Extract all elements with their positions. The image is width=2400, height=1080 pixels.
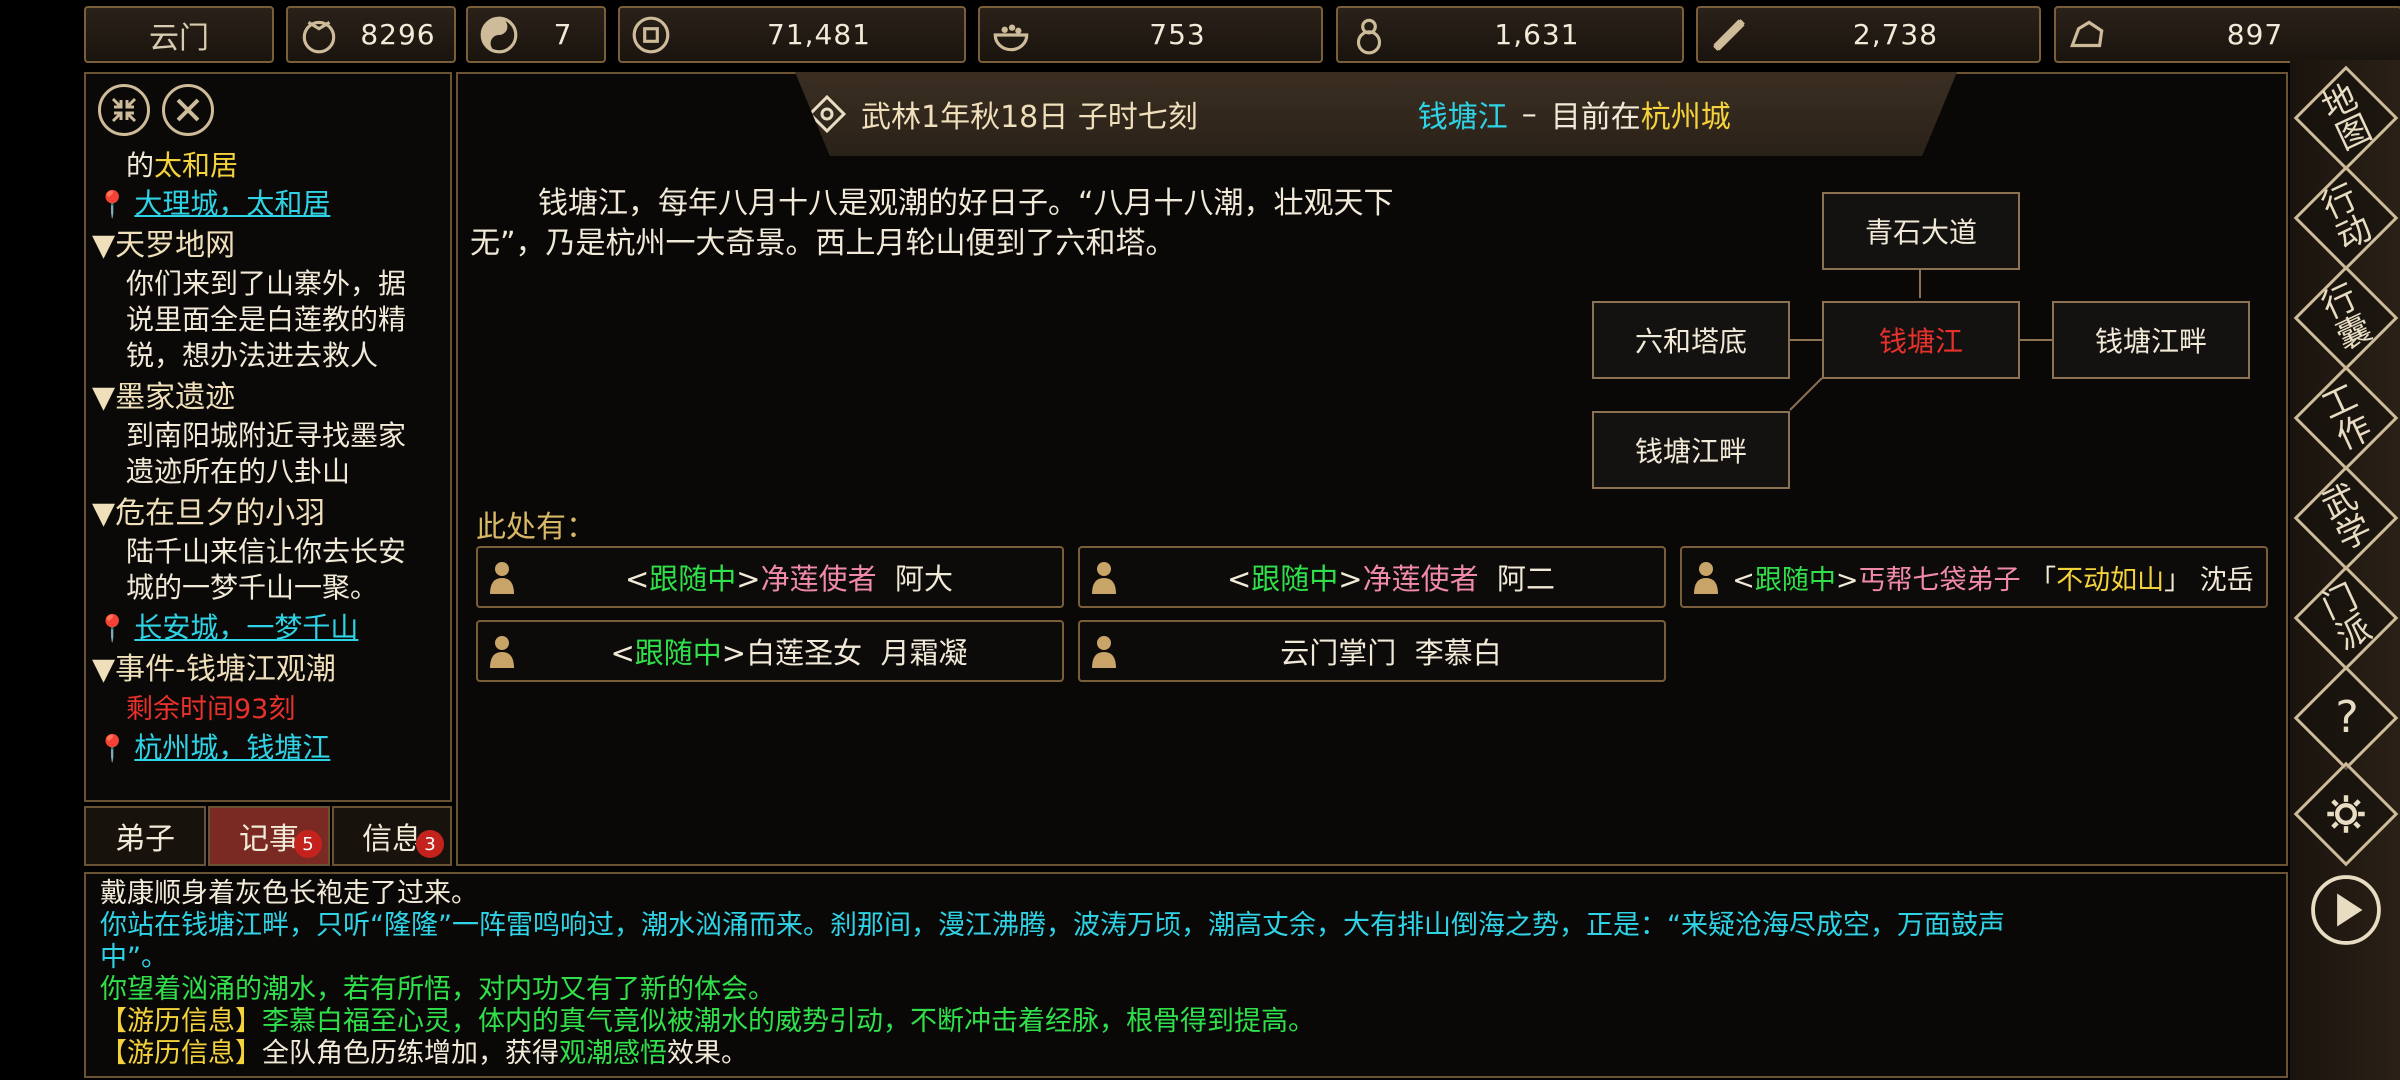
map-node-west[interactable]: 六和塔底 [1592, 301, 1790, 379]
scroll-value: 2,738 [1852, 18, 1939, 51]
help-icon: ? [2335, 692, 2358, 743]
food-value: 753 [1149, 18, 1206, 51]
resource-gourd[interactable]: 1,631 [1336, 6, 1684, 63]
map-node-north[interactable]: 青石大道 [1822, 192, 2020, 270]
game-date: 武林1年秋18日 子时七刻 [861, 100, 1198, 135]
ore-value: 897 [2226, 18, 2284, 51]
quest-panel: 的太和居 📍 大理城，太和居 ▼天罗地网 你们来到了山寨外，据 说里面全是白莲教的… [84, 72, 452, 802]
resource-scroll[interactable]: 2,738 [1696, 6, 2041, 63]
npc-button-yueshuangning[interactable]: <跟随中>白莲圣女 月霜凝 [476, 620, 1064, 682]
location-link-hangzhou[interactable]: 📍 杭州城，钱塘江 [96, 730, 330, 767]
person-icon [1092, 562, 1116, 594]
play-button[interactable] [2298, 862, 2394, 958]
menu-martial-arts[interactable]: 武学 [2293, 465, 2399, 571]
resource-coin[interactable]: 71,481 [618, 6, 966, 63]
menu-action[interactable]: 行动 [2293, 165, 2399, 271]
help-button[interactable]: ? [2293, 665, 2399, 771]
quest-list: 的太和居 📍 大理城，太和居 ▼天罗地网 你们来到了山寨外，据 说里面全是白莲教的… [92, 148, 442, 798]
quest-title-2[interactable]: ▼墨家遗迹 [92, 380, 235, 416]
quest-desc-1b: 说里面全是白莲教的精 [126, 303, 407, 336]
quest-desc-3b: 城的一梦千山一聚。 [126, 571, 379, 604]
play-icon [2311, 875, 2381, 945]
current-prefix: 目前在 [1550, 100, 1641, 135]
quest-desc-3a: 陆千山来信让你去长安 [126, 535, 407, 568]
tab-disciples[interactable]: 弟子 [84, 806, 206, 866]
npc-button-ada[interactable]: <跟随中>净莲使者 阿大 [476, 546, 1064, 608]
quest-desc-1a: 你们来到了山寨外，据 [126, 267, 407, 300]
npc-button-aer[interactable]: <跟随中>净莲使者 阿二 [1078, 546, 1666, 608]
map-node-southwest[interactable]: 钱塘江畔 [1592, 411, 1790, 489]
menu-work[interactable]: 工作 [2293, 365, 2399, 471]
map-pin-icon: 📍 [96, 190, 129, 220]
settings-gear-icon [2327, 795, 2365, 833]
event-time-remaining: 剩余时间93刻 [126, 694, 296, 725]
journal-badge: 5 [294, 830, 322, 858]
quest-title-3[interactable]: ▼危在旦夕的小羽 [92, 496, 325, 532]
collapse-button[interactable] [98, 84, 150, 136]
quest-desc-2a: 到南阳城附近寻找墨家 [126, 419, 407, 452]
scene-description: 钱塘江，每年八月十八是观潮的好日子。“八月十八潮，壮观天下 无”，乃是杭州一大奇… [470, 186, 1394, 261]
scroll-icon [1706, 12, 1752, 58]
resource-food[interactable]: 753 [978, 6, 1323, 63]
menu-inventory[interactable]: 行囊 [2293, 265, 2399, 371]
npc-button-shenyue[interactable]: <跟随中>丐帮七袋弟子 「不动如山」 沈岳 [1680, 546, 2268, 608]
yin-yang-value: 7 [553, 18, 573, 51]
log-line-1: 戴康顺身着灰色长袍走了过来。 [100, 878, 478, 909]
reputation-value: 8296 [360, 18, 436, 51]
log-line-6: 【游历信息】全队角色历练增加，获得观潮感悟效果。 [100, 1038, 748, 1069]
map-pin-icon: 📍 [96, 614, 129, 644]
ore-icon [2064, 12, 2110, 58]
resource-reputation[interactable]: 8296 [286, 6, 456, 63]
present-label: 此处有： [476, 510, 596, 545]
place-name: 太和居 [154, 149, 239, 182]
quest-title-1[interactable]: ▼天罗地网 [92, 228, 235, 264]
person-icon [1092, 636, 1116, 668]
log-line-5: 【游历信息】李慕白福至心灵，体内的真气竟似被潮水的威势引动，不断冲击着经脉，根骨… [100, 1006, 1315, 1037]
map-node-east[interactable]: 钱塘江畔 [2052, 301, 2250, 379]
menu-sect[interactable]: 门派 [2293, 565, 2399, 671]
quest-line-top: 的太和居 [126, 149, 239, 182]
header-banner: 武林1年秋18日 子时七刻 钱塘江 – 目前在 杭州城 [795, 72, 1957, 156]
settings-button[interactable] [2293, 761, 2399, 867]
close-button[interactable] [162, 84, 214, 136]
person-icon [490, 562, 514, 594]
yin-yang-icon [476, 12, 522, 58]
close-icon [176, 98, 200, 122]
quest-desc-2b: 遗迹所在的八卦山 [126, 455, 351, 488]
coin-value: 71,481 [767, 18, 871, 51]
resource-ore[interactable]: 897 [2054, 6, 2400, 63]
quest-desc-1c: 锐，想办法进去救人 [126, 339, 379, 372]
gourd-value: 1,631 [1494, 18, 1580, 51]
reputation-icon [296, 12, 342, 58]
tab-messages[interactable]: 信息 3 [332, 806, 452, 866]
gourd-icon [1346, 12, 1392, 58]
location-link-dali[interactable]: 📍 大理城，太和居 [96, 186, 330, 223]
map-pin-icon: 📍 [96, 734, 129, 764]
resource-yin-yang[interactable]: 7 [466, 6, 606, 63]
sect-name-box[interactable]: 云门 [84, 6, 274, 63]
tab-journal[interactable]: 记事 5 [208, 806, 330, 866]
food-bowl-icon [988, 12, 1034, 58]
person-icon [1694, 562, 1718, 594]
log-line-4: 你望着汹涌的潮水，若有所悟，对内功又有了新的体会。 [100, 974, 775, 1005]
npc-button-limubai[interactable]: 云门掌门 李慕白 [1078, 620, 1666, 682]
log-line-3: 中”。 [100, 942, 168, 973]
location-link-changan[interactable]: 📍 长安城，一梦千山 [96, 610, 358, 647]
messages-badge: 3 [416, 830, 444, 858]
map-node-current[interactable]: 钱塘江 [1822, 301, 2020, 379]
log-line-2: 你站在钱塘江畔，只听“隆隆”一阵雷鸣响过，潮水汹涌而来。刹那间，漫江沸腾，波涛万… [100, 910, 2005, 941]
person-icon [490, 636, 514, 668]
event-title[interactable]: ▼事件-钱塘江观潮 [92, 652, 336, 688]
coin-icon [628, 12, 674, 58]
menu-map[interactable]: 地图 [2293, 65, 2399, 171]
current-location: 钱塘江 [1417, 100, 1508, 135]
current-city: 杭州城 [1640, 100, 1731, 135]
collapse-icon [111, 97, 137, 123]
sect-name: 云门 [149, 20, 209, 56]
